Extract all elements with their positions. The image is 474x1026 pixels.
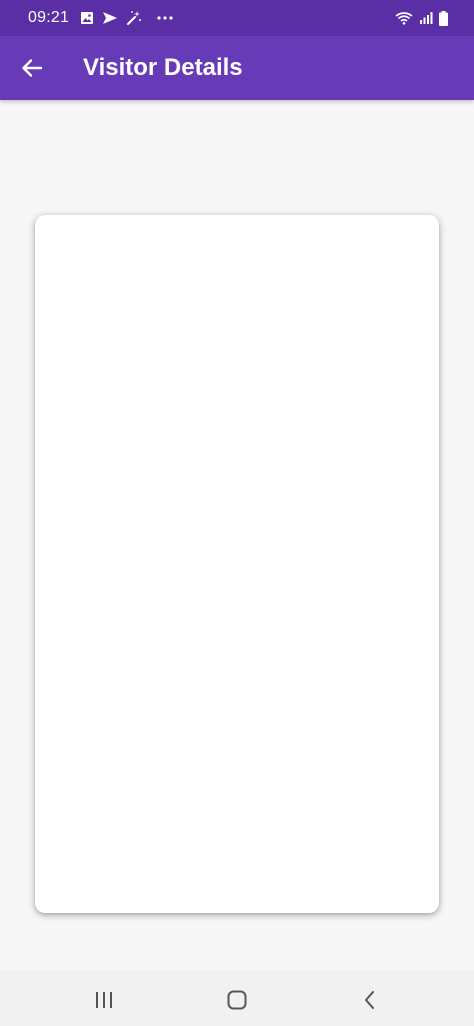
home-button[interactable] xyxy=(217,980,257,1020)
image-icon xyxy=(81,12,93,24)
send-icon xyxy=(103,12,117,24)
app-bar: Visitor Details xyxy=(0,36,474,100)
status-system-icons xyxy=(395,9,448,27)
arrow-left-icon xyxy=(22,59,43,77)
wifi-icon xyxy=(395,12,413,25)
nav-back-button[interactable] xyxy=(350,980,390,1020)
home-icon xyxy=(227,990,247,1010)
magic-wand-icon xyxy=(127,11,141,25)
recents-button[interactable] xyxy=(84,980,124,1020)
system-navigation-bar xyxy=(0,970,474,1026)
back-button[interactable] xyxy=(12,48,52,88)
visitor-details-card xyxy=(35,215,439,913)
more-dots-icon xyxy=(157,16,173,20)
page-title: Visitor Details xyxy=(83,54,243,81)
battery-icon xyxy=(439,10,448,26)
status-bar: 09:21 xyxy=(0,0,474,36)
signal-icon xyxy=(420,12,433,24)
status-time: 09:21 xyxy=(28,9,70,26)
recents-icon xyxy=(96,992,112,1008)
status-notification-icons xyxy=(80,9,174,27)
back-chevron-icon xyxy=(365,991,374,1009)
